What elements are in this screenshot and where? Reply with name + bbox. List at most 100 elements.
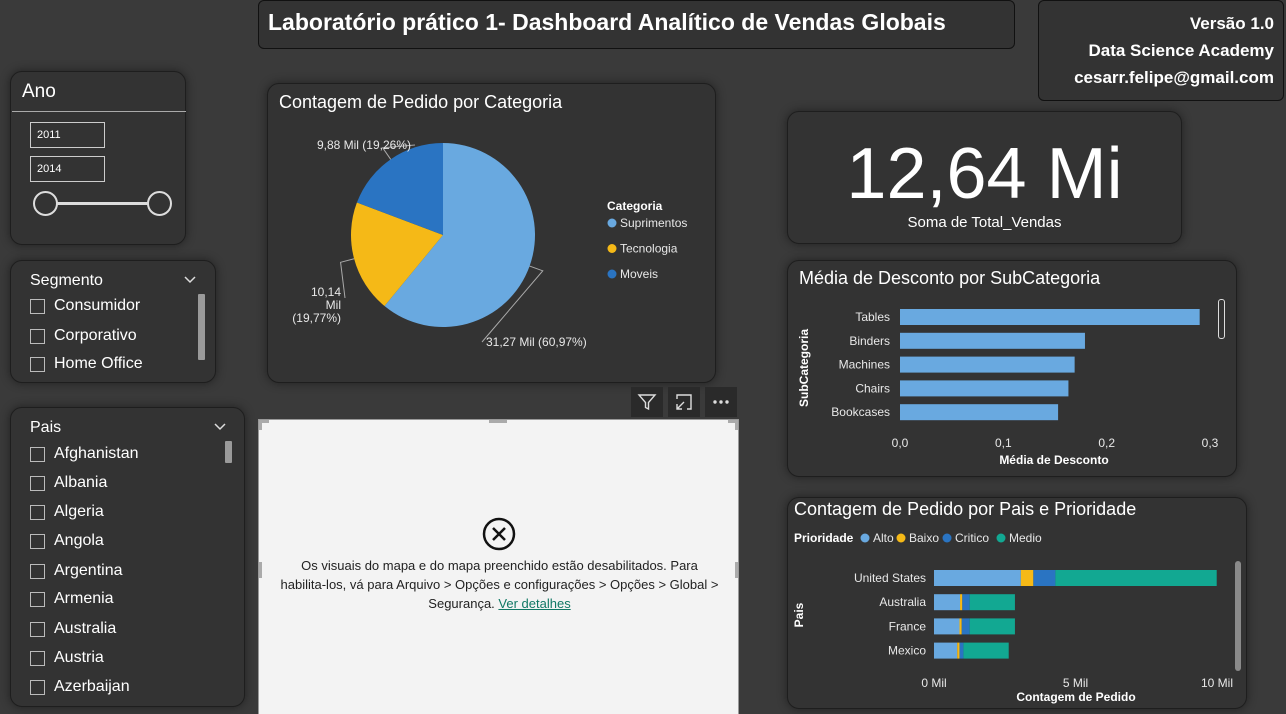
pais-option[interactable]: Algeria (30, 501, 104, 523)
pais-option[interactable]: Albania (30, 472, 107, 494)
ano-title: Ano (22, 81, 56, 102)
pais-option[interactable]: Armenia (30, 588, 114, 610)
pie-legend-label: Moveis (620, 267, 658, 281)
desconto-scrollbar[interactable] (1218, 299, 1225, 339)
desconto-bar-chart: Tables Binders Machines Chairs Bookcases 0,0 0… (797, 309, 1219, 467)
segmento-title: Segmento (30, 272, 103, 289)
segmento-option-label: Home Office (54, 355, 143, 372)
resize-handle[interactable] (735, 562, 738, 578)
bar-segment (962, 594, 970, 611)
resize-handle[interactable] (259, 562, 262, 578)
bar-segment (969, 618, 1015, 635)
ano-slicer: Ano 2011 2014 (10, 71, 186, 245)
legend-marker (942, 533, 952, 543)
bar-segment (1020, 570, 1034, 586)
checkbox[interactable] (30, 533, 45, 549)
ano-end-input[interactable]: 2014 (30, 156, 105, 182)
error-icon (482, 517, 516, 551)
bar (900, 380, 1069, 397)
legend-label: Medio (1009, 531, 1042, 545)
pais-prioridade-chart-card: Contagem de Pedido por Pais e Prioridade… (787, 497, 1247, 709)
checkbox[interactable] (30, 328, 45, 344)
y-tick-label: Binders (849, 334, 890, 348)
legend-marker (996, 533, 1006, 543)
ano-divider (12, 111, 186, 112)
y-tick-label: United States (854, 571, 926, 585)
ano-slider-track (46, 202, 161, 205)
legend-title: Prioridade (794, 531, 854, 545)
legend-marker (896, 533, 906, 543)
checkbox[interactable] (30, 504, 45, 520)
segmento-slicer: Segmento Consumidor Corporativo Home Off… (10, 260, 216, 383)
bar-segment (934, 642, 958, 659)
pais-option[interactable]: Argentina (30, 560, 123, 582)
segmento-option[interactable]: Consumidor (30, 295, 140, 317)
x-tick-label: 10 Mil (1201, 676, 1233, 690)
report-title: Laboratório prático 1- Dashboard Analíti… (268, 9, 946, 35)
pais-option-label: Azerbaijan (54, 678, 130, 695)
chevron-down-icon[interactable] (214, 423, 226, 431)
checkbox[interactable] (30, 298, 45, 314)
pie-leader-line (340, 258, 355, 299)
email-text: cesarr.felipe@gmail.com (1074, 68, 1274, 87)
pais-option-label: Australia (54, 620, 117, 637)
ano-start-value: 2011 (37, 129, 61, 141)
chevron-down-icon[interactable] (184, 276, 196, 284)
segmento-scrollbar[interactable] (198, 294, 205, 360)
checkbox[interactable] (30, 446, 45, 462)
map-disabled-message: Os visuais do mapa e do mapa preenchido … (277, 556, 722, 613)
pais-option[interactable]: Australia (30, 618, 116, 640)
checkbox[interactable] (30, 356, 45, 372)
bar-segment (934, 570, 1021, 586)
pais-prioridade-scrollbar[interactable] (1235, 561, 1241, 671)
segmento-option[interactable]: Corporativo (30, 325, 137, 347)
more-options-button[interactable] (705, 387, 737, 417)
pais-option[interactable]: Afghanistan (30, 443, 139, 465)
pais-option[interactable]: Angola (30, 530, 104, 552)
pais-option-label: Algeria (54, 503, 104, 520)
pais-prioridade-bar-chart: Prioridade Alto Baixo Critico Medio United St… (792, 531, 1233, 704)
resize-handle[interactable] (735, 420, 738, 430)
pais-option[interactable]: Azerbaijan (30, 676, 130, 698)
ano-slider-handle-start[interactable] (33, 191, 58, 216)
pie-legend-title: Categoria (607, 199, 663, 213)
ver-detalhes-link[interactable]: Ver detalhes (498, 596, 570, 611)
checkbox[interactable] (30, 591, 45, 607)
segmento-option[interactable]: Home Office (30, 353, 143, 375)
map-visual[interactable]: Os visuais do mapa e do mapa preenchido … (258, 419, 739, 714)
pais-scrollbar[interactable] (225, 441, 232, 463)
pais-option-label: Argentina (54, 562, 123, 579)
pie-legend-label: Tecnologia (620, 242, 678, 256)
x-axis-label: Média de Desconto (999, 453, 1108, 467)
checkbox[interactable] (30, 621, 45, 637)
checkbox[interactable] (30, 679, 45, 695)
pais-option-label: Armenia (54, 590, 114, 607)
pais-option[interactable]: Austria (30, 647, 104, 669)
focus-mode-button[interactable] (668, 387, 700, 417)
pie-chart: 31,27 Mil (60,97%) 10,14Mil(19,77%) 9,88 M… (292, 138, 687, 349)
desconto-chart-card: Média de Desconto por SubCategoria Table… (787, 260, 1237, 477)
resize-handle[interactable] (489, 420, 507, 423)
pie-legend-marker (607, 269, 617, 279)
bar (900, 309, 1200, 325)
bar-segment (961, 618, 970, 635)
checkbox[interactable] (30, 650, 45, 666)
pais-option-label: Austria (54, 649, 104, 666)
filter-button[interactable] (631, 387, 663, 417)
y-axis-label: Pais (792, 602, 806, 627)
org-text: Data Science Academy (1088, 41, 1274, 60)
bar-segment (1055, 570, 1217, 586)
y-tick-label: Machines (839, 358, 890, 372)
checkbox[interactable] (30, 475, 45, 491)
x-tick-label: 0 Mil (921, 676, 946, 690)
ano-start-input[interactable]: 2011 (30, 122, 105, 148)
bar (900, 404, 1059, 421)
y-tick-label: France (889, 619, 927, 633)
kpi-card: 12,64 Mi Soma de Total_Vendas (787, 111, 1182, 244)
ano-slider-handle-end[interactable] (147, 191, 172, 216)
kpi-label: Soma de Total_Vendas (907, 214, 1062, 231)
y-tick-label: Mexico (888, 644, 926, 658)
resize-handle[interactable] (259, 420, 262, 430)
checkbox[interactable] (30, 563, 45, 579)
filter-icon (637, 394, 657, 411)
